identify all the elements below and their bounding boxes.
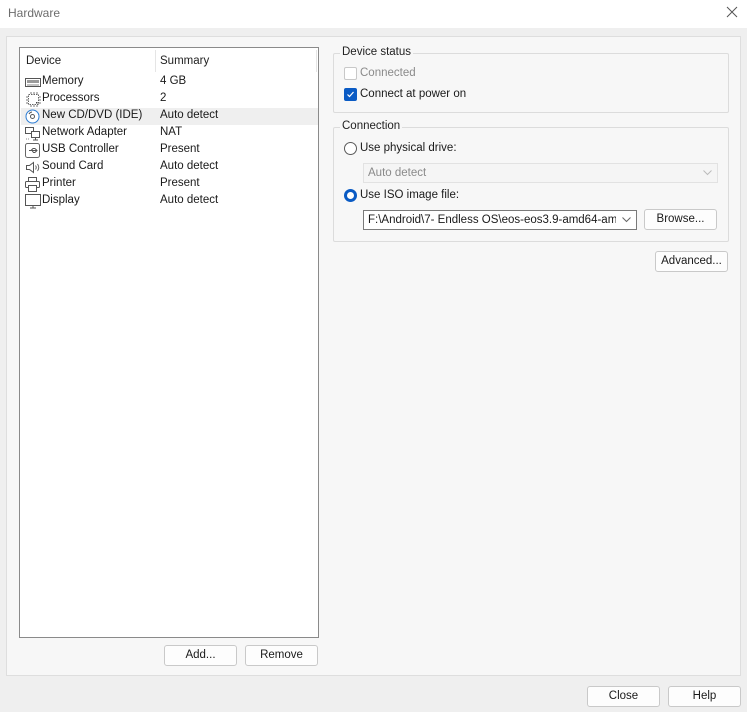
connect-at-power-on-checkbox[interactable] (344, 88, 357, 101)
device-status-group: Device status Connected Connect at power… (333, 46, 729, 113)
speaker-icon (26, 161, 40, 174)
column-header-summary[interactable]: Summary (160, 55, 209, 67)
network-adapter-icon (25, 127, 40, 141)
column-divider (316, 50, 317, 72)
remove-button[interactable]: Remove (245, 645, 318, 666)
column-header-device[interactable]: Device (26, 55, 61, 67)
iso-path-combobox[interactable]: F:\Android\7- Endless OS\eos-eos3.9-amd6… (363, 210, 637, 230)
device-name: USB Controller (42, 143, 119, 155)
device-row-processors[interactable]: Processors 2 (21, 91, 318, 108)
device-name: Printer (42, 177, 76, 189)
column-divider[interactable] (155, 50, 156, 72)
device-row-network-adapter[interactable]: Network Adapter NAT (21, 125, 318, 142)
close-button[interactable]: Close (587, 686, 660, 707)
iso-path-value: F:\Android\7- Endless OS\eos-eos3.9-amd6… (368, 214, 616, 226)
device-summary: 4 GB (160, 75, 187, 87)
chevron-down-icon (703, 170, 712, 176)
device-summary: Present (160, 143, 200, 155)
device-name: Processors (42, 92, 100, 104)
title-bar: Hardware (0, 0, 747, 28)
use-physical-drive-radio[interactable] (344, 142, 357, 155)
connection-legend: Connection (340, 120, 403, 132)
device-row-cd-dvd[interactable]: New CD/DVD (IDE) Auto detect (21, 108, 318, 125)
connected-checkbox[interactable] (344, 67, 357, 80)
advanced-button[interactable]: Advanced... (655, 251, 728, 272)
device-summary: Auto detect (160, 194, 219, 206)
device-row-display[interactable]: Display Auto detect (21, 193, 318, 210)
help-button[interactable]: Help (668, 686, 741, 707)
device-name: Display (42, 194, 80, 206)
use-iso-image-radio[interactable] (344, 189, 357, 202)
processor-icon (26, 92, 41, 107)
connection-group: Connection Use physical drive: Auto dete… (333, 120, 729, 242)
device-row-usb-controller[interactable]: USB Controller Present (21, 142, 318, 159)
printer-icon (25, 177, 40, 192)
close-icon[interactable] (725, 5, 739, 19)
device-status-legend: Device status (340, 46, 414, 58)
device-row-memory[interactable]: Memory 4 GB (21, 74, 318, 91)
checkmark-icon (347, 91, 354, 98)
device-summary: Auto detect (160, 109, 219, 121)
chevron-down-icon[interactable] (622, 217, 631, 223)
connect-at-power-on-label: Connect at power on (360, 88, 467, 100)
device-row-printer[interactable]: Printer Present (21, 176, 318, 193)
device-row-sound-card[interactable]: Sound Card Auto detect (21, 159, 318, 176)
use-physical-drive-label: Use physical drive: (360, 142, 457, 154)
device-name: New CD/DVD (IDE) (42, 109, 143, 121)
display-icon (25, 194, 41, 209)
device-summary: 2 (160, 92, 167, 104)
device-name: Network Adapter (42, 126, 128, 138)
device-summary: NAT (160, 126, 183, 138)
physical-drive-select[interactable]: Auto detect (363, 163, 718, 183)
usb-icon (25, 143, 40, 158)
cd-dvd-icon (25, 109, 40, 124)
use-iso-image-label: Use ISO image file: (360, 189, 460, 201)
device-summary: Auto detect (160, 160, 219, 172)
browse-button[interactable]: Browse... (644, 209, 717, 230)
device-name: Memory (42, 75, 84, 87)
connected-label: Connected (360, 67, 416, 79)
device-summary: Present (160, 177, 200, 189)
list-header: Device Summary (20, 48, 318, 74)
memory-icon (25, 78, 41, 87)
device-name: Sound Card (42, 160, 104, 172)
add-button[interactable]: Add... (164, 645, 237, 666)
physical-drive-value: Auto detect (368, 167, 427, 179)
window-title: Hardware (8, 6, 61, 20)
device-list[interactable]: Device Summary Memory 4 GB Processors 2 … (19, 47, 319, 638)
